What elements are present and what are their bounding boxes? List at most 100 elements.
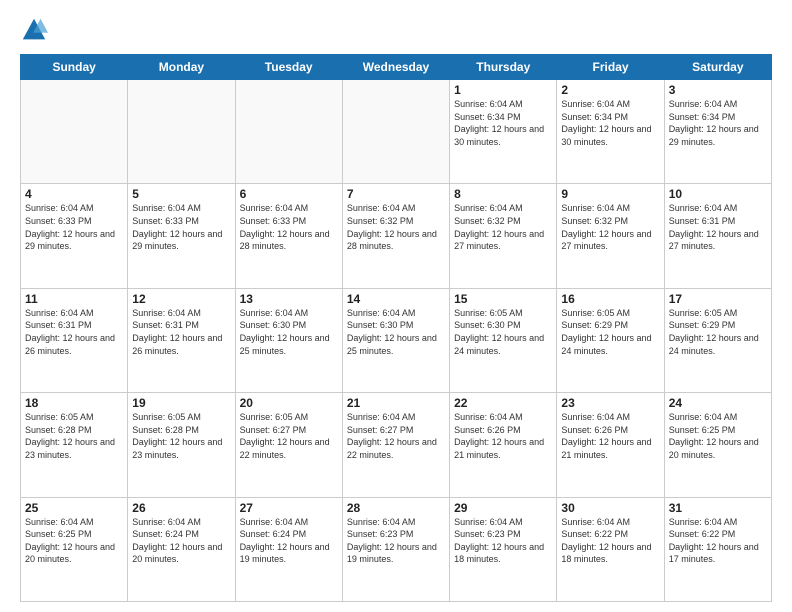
day-cell bbox=[342, 80, 449, 184]
day-number: 29 bbox=[454, 501, 552, 515]
day-cell: 17Sunrise: 6:05 AM Sunset: 6:29 PM Dayli… bbox=[664, 288, 771, 392]
week-row-2: 4Sunrise: 6:04 AM Sunset: 6:33 PM Daylig… bbox=[21, 184, 772, 288]
day-cell: 31Sunrise: 6:04 AM Sunset: 6:22 PM Dayli… bbox=[664, 497, 771, 601]
day-cell: 16Sunrise: 6:05 AM Sunset: 6:29 PM Dayli… bbox=[557, 288, 664, 392]
day-info: Sunrise: 6:04 AM Sunset: 6:23 PM Dayligh… bbox=[347, 516, 445, 566]
day-cell: 26Sunrise: 6:04 AM Sunset: 6:24 PM Dayli… bbox=[128, 497, 235, 601]
week-row-1: 1Sunrise: 6:04 AM Sunset: 6:34 PM Daylig… bbox=[21, 80, 772, 184]
day-number: 27 bbox=[240, 501, 338, 515]
calendar-table: SundayMondayTuesdayWednesdayThursdayFrid… bbox=[20, 54, 772, 602]
day-number: 28 bbox=[347, 501, 445, 515]
page: SundayMondayTuesdayWednesdayThursdayFrid… bbox=[0, 0, 792, 612]
day-cell: 14Sunrise: 6:04 AM Sunset: 6:30 PM Dayli… bbox=[342, 288, 449, 392]
day-number: 6 bbox=[240, 187, 338, 201]
day-info: Sunrise: 6:05 AM Sunset: 6:28 PM Dayligh… bbox=[25, 411, 123, 461]
day-info: Sunrise: 6:05 AM Sunset: 6:29 PM Dayligh… bbox=[561, 307, 659, 357]
day-info: Sunrise: 6:04 AM Sunset: 6:22 PM Dayligh… bbox=[669, 516, 767, 566]
day-cell: 2Sunrise: 6:04 AM Sunset: 6:34 PM Daylig… bbox=[557, 80, 664, 184]
day-cell: 23Sunrise: 6:04 AM Sunset: 6:26 PM Dayli… bbox=[557, 393, 664, 497]
day-info: Sunrise: 6:05 AM Sunset: 6:27 PM Dayligh… bbox=[240, 411, 338, 461]
day-number: 21 bbox=[347, 396, 445, 410]
header bbox=[20, 16, 772, 44]
day-cell: 8Sunrise: 6:04 AM Sunset: 6:32 PM Daylig… bbox=[450, 184, 557, 288]
day-cell bbox=[128, 80, 235, 184]
day-cell: 10Sunrise: 6:04 AM Sunset: 6:31 PM Dayli… bbox=[664, 184, 771, 288]
day-number: 22 bbox=[454, 396, 552, 410]
day-info: Sunrise: 6:04 AM Sunset: 6:24 PM Dayligh… bbox=[240, 516, 338, 566]
day-cell: 28Sunrise: 6:04 AM Sunset: 6:23 PM Dayli… bbox=[342, 497, 449, 601]
day-cell: 29Sunrise: 6:04 AM Sunset: 6:23 PM Dayli… bbox=[450, 497, 557, 601]
day-cell: 24Sunrise: 6:04 AM Sunset: 6:25 PM Dayli… bbox=[664, 393, 771, 497]
day-info: Sunrise: 6:04 AM Sunset: 6:33 PM Dayligh… bbox=[25, 202, 123, 252]
day-info: Sunrise: 6:04 AM Sunset: 6:22 PM Dayligh… bbox=[561, 516, 659, 566]
day-cell: 19Sunrise: 6:05 AM Sunset: 6:28 PM Dayli… bbox=[128, 393, 235, 497]
week-row-4: 18Sunrise: 6:05 AM Sunset: 6:28 PM Dayli… bbox=[21, 393, 772, 497]
day-number: 8 bbox=[454, 187, 552, 201]
day-cell bbox=[235, 80, 342, 184]
day-number: 1 bbox=[454, 83, 552, 97]
day-number: 11 bbox=[25, 292, 123, 306]
logo-icon bbox=[20, 16, 48, 44]
weekday-header-monday: Monday bbox=[128, 55, 235, 80]
day-number: 26 bbox=[132, 501, 230, 515]
day-number: 25 bbox=[25, 501, 123, 515]
day-info: Sunrise: 6:04 AM Sunset: 6:32 PM Dayligh… bbox=[561, 202, 659, 252]
day-cell: 12Sunrise: 6:04 AM Sunset: 6:31 PM Dayli… bbox=[128, 288, 235, 392]
day-info: Sunrise: 6:04 AM Sunset: 6:34 PM Dayligh… bbox=[454, 98, 552, 148]
day-cell: 22Sunrise: 6:04 AM Sunset: 6:26 PM Dayli… bbox=[450, 393, 557, 497]
day-info: Sunrise: 6:05 AM Sunset: 6:29 PM Dayligh… bbox=[669, 307, 767, 357]
day-cell: 7Sunrise: 6:04 AM Sunset: 6:32 PM Daylig… bbox=[342, 184, 449, 288]
day-info: Sunrise: 6:04 AM Sunset: 6:31 PM Dayligh… bbox=[132, 307, 230, 357]
weekday-header-tuesday: Tuesday bbox=[235, 55, 342, 80]
logo bbox=[20, 16, 52, 44]
day-info: Sunrise: 6:04 AM Sunset: 6:33 PM Dayligh… bbox=[132, 202, 230, 252]
weekday-header-thursday: Thursday bbox=[450, 55, 557, 80]
day-info: Sunrise: 6:04 AM Sunset: 6:26 PM Dayligh… bbox=[454, 411, 552, 461]
day-number: 3 bbox=[669, 83, 767, 97]
day-cell: 5Sunrise: 6:04 AM Sunset: 6:33 PM Daylig… bbox=[128, 184, 235, 288]
day-info: Sunrise: 6:04 AM Sunset: 6:32 PM Dayligh… bbox=[454, 202, 552, 252]
day-cell bbox=[21, 80, 128, 184]
day-info: Sunrise: 6:04 AM Sunset: 6:23 PM Dayligh… bbox=[454, 516, 552, 566]
day-number: 16 bbox=[561, 292, 659, 306]
day-number: 20 bbox=[240, 396, 338, 410]
day-cell: 30Sunrise: 6:04 AM Sunset: 6:22 PM Dayli… bbox=[557, 497, 664, 601]
day-number: 7 bbox=[347, 187, 445, 201]
day-number: 12 bbox=[132, 292, 230, 306]
day-info: Sunrise: 6:05 AM Sunset: 6:30 PM Dayligh… bbox=[454, 307, 552, 357]
day-number: 17 bbox=[669, 292, 767, 306]
day-info: Sunrise: 6:04 AM Sunset: 6:27 PM Dayligh… bbox=[347, 411, 445, 461]
day-number: 19 bbox=[132, 396, 230, 410]
day-info: Sunrise: 6:04 AM Sunset: 6:31 PM Dayligh… bbox=[25, 307, 123, 357]
day-number: 4 bbox=[25, 187, 123, 201]
day-cell: 13Sunrise: 6:04 AM Sunset: 6:30 PM Dayli… bbox=[235, 288, 342, 392]
day-info: Sunrise: 6:04 AM Sunset: 6:24 PM Dayligh… bbox=[132, 516, 230, 566]
day-info: Sunrise: 6:04 AM Sunset: 6:33 PM Dayligh… bbox=[240, 202, 338, 252]
day-info: Sunrise: 6:04 AM Sunset: 6:25 PM Dayligh… bbox=[669, 411, 767, 461]
day-number: 10 bbox=[669, 187, 767, 201]
day-cell: 3Sunrise: 6:04 AM Sunset: 6:34 PM Daylig… bbox=[664, 80, 771, 184]
day-info: Sunrise: 6:05 AM Sunset: 6:28 PM Dayligh… bbox=[132, 411, 230, 461]
day-info: Sunrise: 6:04 AM Sunset: 6:34 PM Dayligh… bbox=[561, 98, 659, 148]
day-cell: 15Sunrise: 6:05 AM Sunset: 6:30 PM Dayli… bbox=[450, 288, 557, 392]
day-number: 13 bbox=[240, 292, 338, 306]
day-cell: 9Sunrise: 6:04 AM Sunset: 6:32 PM Daylig… bbox=[557, 184, 664, 288]
day-cell: 1Sunrise: 6:04 AM Sunset: 6:34 PM Daylig… bbox=[450, 80, 557, 184]
weekday-header-wednesday: Wednesday bbox=[342, 55, 449, 80]
weekday-header-row: SundayMondayTuesdayWednesdayThursdayFrid… bbox=[21, 55, 772, 80]
day-info: Sunrise: 6:04 AM Sunset: 6:26 PM Dayligh… bbox=[561, 411, 659, 461]
day-cell: 6Sunrise: 6:04 AM Sunset: 6:33 PM Daylig… bbox=[235, 184, 342, 288]
weekday-header-sunday: Sunday bbox=[21, 55, 128, 80]
day-info: Sunrise: 6:04 AM Sunset: 6:31 PM Dayligh… bbox=[669, 202, 767, 252]
day-number: 18 bbox=[25, 396, 123, 410]
day-info: Sunrise: 6:04 AM Sunset: 6:25 PM Dayligh… bbox=[25, 516, 123, 566]
week-row-3: 11Sunrise: 6:04 AM Sunset: 6:31 PM Dayli… bbox=[21, 288, 772, 392]
day-cell: 4Sunrise: 6:04 AM Sunset: 6:33 PM Daylig… bbox=[21, 184, 128, 288]
weekday-header-saturday: Saturday bbox=[664, 55, 771, 80]
day-cell: 21Sunrise: 6:04 AM Sunset: 6:27 PM Dayli… bbox=[342, 393, 449, 497]
day-number: 9 bbox=[561, 187, 659, 201]
day-number: 31 bbox=[669, 501, 767, 515]
weekday-header-friday: Friday bbox=[557, 55, 664, 80]
day-number: 5 bbox=[132, 187, 230, 201]
week-row-5: 25Sunrise: 6:04 AM Sunset: 6:25 PM Dayli… bbox=[21, 497, 772, 601]
